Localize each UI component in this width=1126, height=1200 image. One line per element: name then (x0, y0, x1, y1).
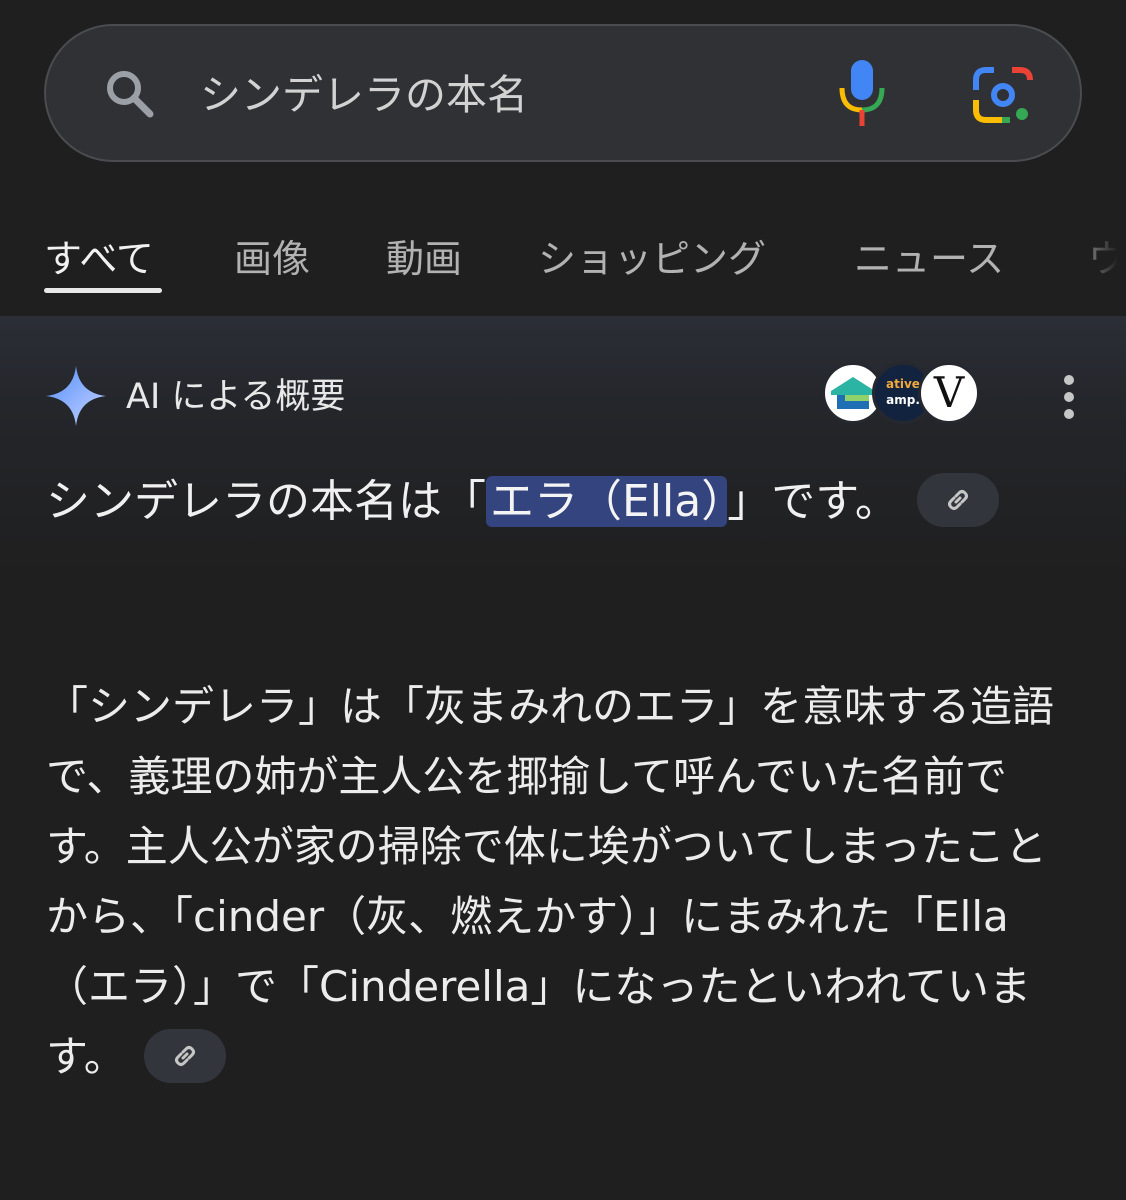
tab-images[interactable]: 画像 (234, 234, 310, 284)
citation-link-button-2[interactable] (143, 1028, 226, 1083)
source-avatars[interactable]: ative amp. V (822, 362, 982, 428)
answer-highlight: エラ（Ella） (486, 476, 728, 527)
search-icon (107, 71, 154, 118)
tab-shopping[interactable]: ショッピング (538, 234, 766, 284)
ai-overview-title: AI による概要 (126, 377, 346, 417)
gemini-sparkle-icon (46, 366, 106, 426)
link-icon (174, 1045, 195, 1066)
source-avatar-3[interactable]: V (918, 362, 980, 424)
link-icon (947, 490, 968, 510)
citation-link-button[interactable] (916, 473, 999, 527)
source-3-badge: V (933, 368, 965, 417)
microphone-icon[interactable] (834, 58, 890, 128)
search-tabs: すべて 画像 動画 ショッピング ニュース ウ (0, 200, 1126, 316)
search-bar[interactable]: シンデレラの本名 (44, 24, 1082, 162)
tab-videos[interactable]: 動画 (386, 234, 462, 284)
tab-news[interactable]: ニュース (854, 234, 1004, 284)
detail-text: 「シンデレラ」は「灰まみれのエラ」を意味する造語で、義理の姉が主人公を揶揄して呼… (46, 682, 1055, 1081)
ai-detail-paragraph: 「シンデレラ」は「灰まみれのエラ」を意味する造語で、義理の姉が主人公を揶揄して呼… (46, 672, 1086, 1092)
lens-camera-icon[interactable] (972, 64, 1034, 126)
search-query[interactable]: シンデレラの本名 (200, 70, 528, 120)
tab-all[interactable]: すべて (44, 234, 154, 284)
answer-before: シンデレラの本名は「 (46, 476, 486, 527)
tabs-scroll-fade (1070, 200, 1126, 316)
active-tab-indicator (44, 288, 162, 293)
ai-overview: AI による概要 ative amp. V シンデレラの本名は「エラ（Ella）… (0, 316, 1126, 1200)
more-options-icon[interactable] (1054, 372, 1084, 422)
ai-answer: シンデレラの本名は「エラ（Ella）」です。 (46, 466, 1086, 538)
answer-after: 」です。 (727, 476, 899, 527)
